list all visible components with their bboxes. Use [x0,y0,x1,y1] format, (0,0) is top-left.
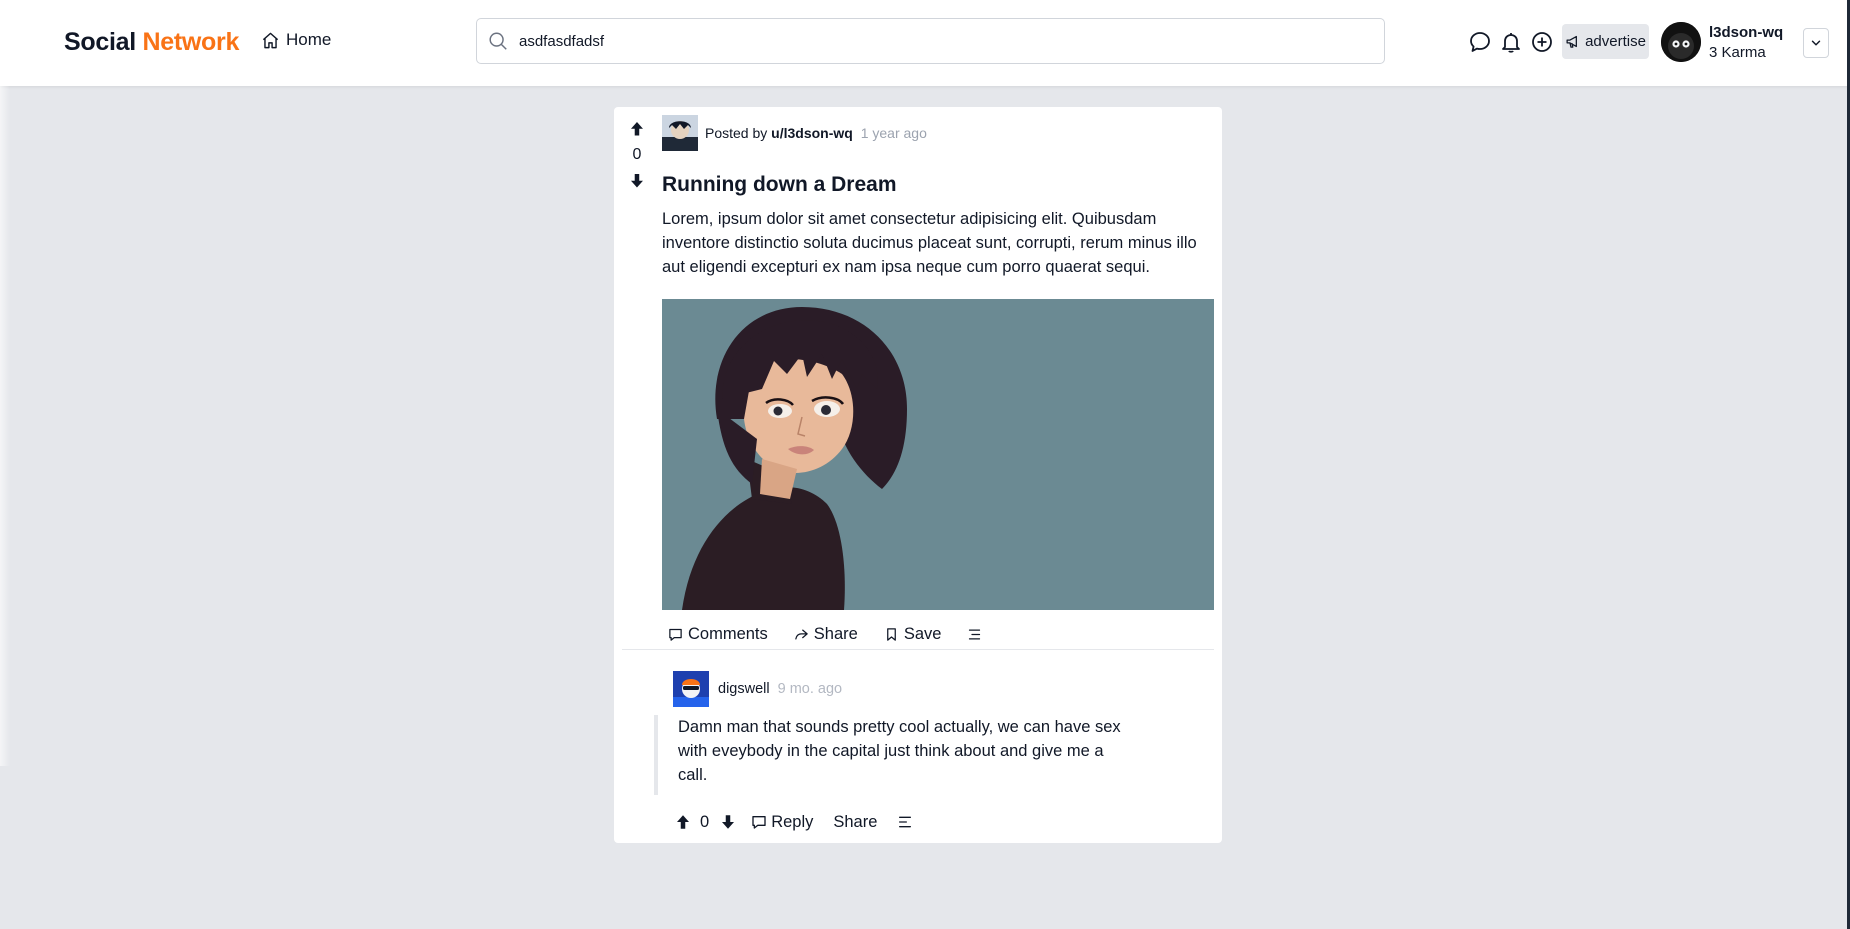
comment-icon [669,628,682,641]
user-karma: 3 Karma [1709,44,1766,61]
poster-avatar[interactable] [662,115,698,151]
save-label: Save [903,624,942,643]
logo-text-accent: Network [142,28,240,56]
reply-button[interactable]: Reply [751,813,813,832]
post-image-illustration [662,299,1214,610]
share-icon [795,629,808,639]
post-body: Lorem, ipsum dolor sit amet consectetur … [662,210,1197,276]
advertise-label: advertise [1585,33,1646,50]
comment-text: Damn man that sounds pretty cool actuall… [678,718,1121,784]
user-menu-dropdown[interactable] [1803,28,1829,58]
create-post-icon[interactable] [1530,30,1554,54]
poster-avatar-image [662,115,698,151]
site-logo[interactable]: Social Network [64,28,239,57]
post-card: 0 Posted by u/l3dson-wq 1 year ago Runni… [614,107,1222,843]
share-button[interactable]: Share [794,625,858,644]
post-more-options-button[interactable] [967,627,982,642]
comment-meta: digswell 9 mo. ago [718,681,842,697]
more-options-icon [969,629,981,639]
downvote-icon[interactable] [627,171,647,191]
posted-by-prefix: Posted by [705,125,768,141]
post-title[interactable]: Running down a Dream [662,173,897,197]
comment-upvote-icon[interactable] [674,813,692,831]
bell-icon[interactable] [1499,30,1523,54]
user-avatar-image [1661,22,1701,62]
comments-label: Comments [688,624,768,643]
reply-icon [752,816,766,829]
more-options-icon [899,816,912,828]
logo-text-primary: Social [64,28,136,56]
left-edge-shade [0,86,10,766]
share-label: Share [813,624,858,643]
comment-thread-line[interactable] [654,715,658,795]
post-vote-count: 0 [632,146,642,163]
save-button[interactable]: Save [884,624,942,644]
comments-button[interactable]: Comments [668,625,768,644]
comment-share-label: Share [833,812,878,831]
user-avatar[interactable] [1661,22,1701,62]
comment-avatar-image [673,671,709,707]
search-bar [476,18,1385,64]
post-comments-divider [622,649,1214,650]
home-link[interactable]: Home [261,30,331,50]
reply-label: Reply [771,812,814,831]
home-label: Home [286,30,332,49]
comment-time: 9 mo. ago [777,681,843,697]
comment-share-button[interactable]: Share [833,813,877,832]
upvote-icon[interactable] [627,119,647,139]
post-author-link[interactable]: u/l3dson-wq [771,125,853,141]
post-image[interactable] [662,299,1214,610]
comment-vote-count: 0 [700,812,710,831]
home-icon [262,32,279,48]
comment-more-options-button[interactable] [897,814,913,830]
chat-icon[interactable] [1468,30,1492,54]
chevron-down-icon [1811,40,1821,46]
comment-avatar[interactable] [673,671,709,707]
comment-author-link[interactable]: digswell [718,681,770,697]
search-icon [489,32,507,50]
bookmark-icon [886,627,896,641]
post-meta: Posted by u/l3dson-wq 1 year ago [705,125,927,141]
comment-downvote-icon[interactable] [719,813,737,831]
advertise-button[interactable]: advertise [1562,24,1649,59]
user-name[interactable]: l3dson-wq [1709,24,1783,41]
post-actions: Comments Share Save [668,619,1008,649]
post-time: 1 year ago [860,125,927,141]
top-navigation-bar: Social Network Home advertise [0,0,1850,86]
search-input[interactable] [513,19,1379,63]
comment-actions: 0 Reply Share [674,809,913,835]
megaphone-icon [1566,35,1578,48]
